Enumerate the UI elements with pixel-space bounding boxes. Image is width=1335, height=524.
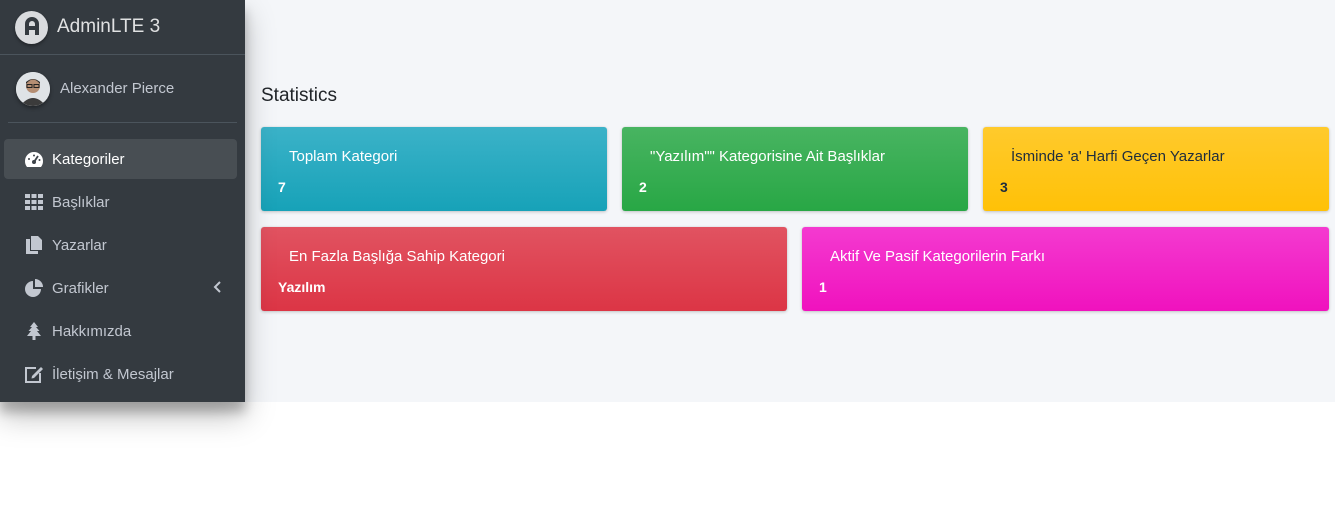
adminlte-logo-icon (15, 10, 48, 44)
stat-box-en-fazla-baslik[interactable]: En Fazla Başlığa Sahip Kategori Yazılım (261, 227, 787, 311)
stat-box-value: 3 (1000, 179, 1008, 195)
sidebar-nav: Kategoriler Başlıklar Yazarlar Grafikler… (0, 123, 245, 394)
stat-box-toplam-kategori[interactable]: Toplam Kategori 7 (261, 127, 607, 211)
brand-text: AdminLTE 3 (57, 16, 161, 37)
sidebar-item-label: Başlıklar (52, 193, 110, 211)
avatar (16, 71, 50, 106)
chevron-left-icon[interactable] (213, 280, 221, 297)
brand-link[interactable]: AdminLTE 3 (0, 0, 245, 55)
sidebar-item-basliklar[interactable]: Başlıklar (4, 182, 237, 222)
stat-box-label: İsminde 'a' Harfi Geçen Yazarlar (1011, 148, 1225, 165)
sidebar-item-label: Hakkımızda (52, 322, 132, 340)
sidebar-item-yazarlar[interactable]: Yazarlar (4, 225, 237, 265)
stat-box-label: Toplam Kategori (289, 148, 398, 165)
stat-box-label: Aktif Ve Pasif Kategorilerin Farkı (830, 248, 1046, 265)
sidebar-item-label: Kategoriler (52, 150, 125, 168)
sidebar-item-hakkimizda[interactable]: Hakkımızda (4, 311, 237, 351)
main-sidebar: AdminLTE 3 Alexander Pierce Kategoriler … (0, 0, 245, 402)
tachometer-icon (24, 149, 44, 169)
pie-chart-icon (24, 278, 44, 298)
user-panel[interactable]: Alexander Pierce (8, 55, 237, 123)
app-wrapper: AdminLTE 3 Alexander Pierce Kategoriler … (0, 0, 1335, 402)
stat-box-a-harfi-yazarlar[interactable]: İsminde 'a' Harfi Geçen Yazarlar 3 (983, 127, 1329, 211)
sidebar-item-kategoriler[interactable]: Kategoriler (4, 139, 237, 179)
page-title: Statistics (261, 84, 338, 106)
stat-box-value: 2 (639, 179, 647, 195)
stat-box-value: Yazılım (278, 279, 326, 295)
sidebar-item-grafikler[interactable]: Grafikler (4, 268, 237, 308)
stat-box-value: 1 (819, 279, 827, 295)
user-name: Alexander Pierce (60, 80, 175, 97)
sidebar-item-iletisim[interactable]: İletişim & Mesajlar (4, 354, 237, 394)
stat-box-label: "Yazılım"" Kategorisine Ait Başlıklar (650, 148, 885, 165)
stat-box-aktif-pasif-fark[interactable]: Aktif Ve Pasif Kategorilerin Farkı 1 (802, 227, 1329, 311)
tree-icon (24, 321, 44, 341)
stat-box-value: 7 (278, 179, 286, 195)
stat-box-label: En Fazla Başlığa Sahip Kategori (289, 248, 505, 265)
copy-icon (24, 235, 44, 255)
grid-icon (24, 192, 44, 212)
sidebar-item-label: Grafikler (52, 279, 109, 297)
stat-box-yazilim-basliklar[interactable]: "Yazılım"" Kategorisine Ait Başlıklar 2 (622, 127, 968, 211)
sidebar-item-label: İletişim & Mesajlar (52, 365, 174, 383)
content-wrapper: Statistics Toplam Kategori 7 "Yazılım"" … (245, 0, 1335, 402)
sidebar-item-label: Yazarlar (52, 236, 107, 254)
edit-icon (24, 364, 44, 384)
